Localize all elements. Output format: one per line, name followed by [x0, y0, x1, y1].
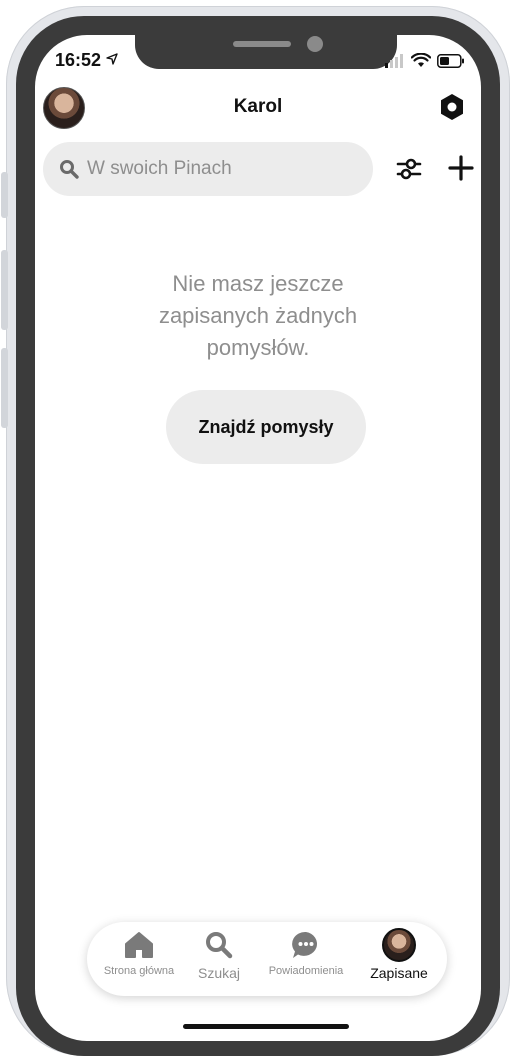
- tab-notifications-label: Powiadomienia: [268, 965, 344, 977]
- battery-icon: [437, 53, 464, 68]
- home-icon: [125, 932, 153, 958]
- add-icon[interactable]: [447, 154, 475, 182]
- search-icon: [60, 160, 79, 179]
- screen: 16:52 Karol W swoich Pinach Nie masz jes…: [35, 35, 481, 1041]
- volume-down-button: [1, 348, 8, 428]
- status-time: 16:52: [55, 50, 118, 71]
- volume-up-button: [1, 250, 8, 330]
- tab-search[interactable]: Szukaj: [189, 928, 249, 981]
- tab-home-label: Strona główna: [103, 965, 175, 977]
- status-indicators: [385, 53, 465, 68]
- tab-search-label: Szukaj: [197, 965, 241, 981]
- search-icon: [206, 932, 233, 959]
- front-camera: [307, 36, 323, 52]
- wifi-icon: [411, 53, 431, 67]
- chat-bubble-icon: [292, 931, 318, 958]
- find-ideas-button[interactable]: Znajdź pomysły: [166, 390, 366, 464]
- filter-sliders-icon[interactable]: [396, 156, 422, 182]
- notch: [135, 35, 397, 69]
- home-indicator: [183, 1024, 349, 1029]
- mute-switch: [1, 172, 8, 218]
- tab-notifications[interactable]: Powiadomienia: [259, 928, 353, 977]
- bottom-tab-bar: Strona główna Szukaj Powiadomienia Zapis…: [87, 922, 447, 996]
- tab-saved-avatar: [382, 928, 416, 962]
- tab-saved[interactable]: Zapisane: [359, 928, 439, 981]
- settings-hexagon-icon[interactable]: [439, 93, 465, 121]
- page-title: Karol: [233, 96, 283, 117]
- location-arrow-icon: [106, 53, 118, 65]
- search-input[interactable]: W swoich Pinach: [43, 142, 373, 196]
- tab-saved-label: Zapisane: [370, 965, 428, 981]
- tab-home[interactable]: Strona główna: [97, 928, 181, 977]
- signal-icon: [385, 53, 403, 68]
- speaker: [233, 41, 291, 47]
- empty-state-message: Nie masz jeszcze zapisanych żadnych pomy…: [158, 271, 358, 360]
- search-placeholder: W swoich Pinach: [87, 158, 232, 179]
